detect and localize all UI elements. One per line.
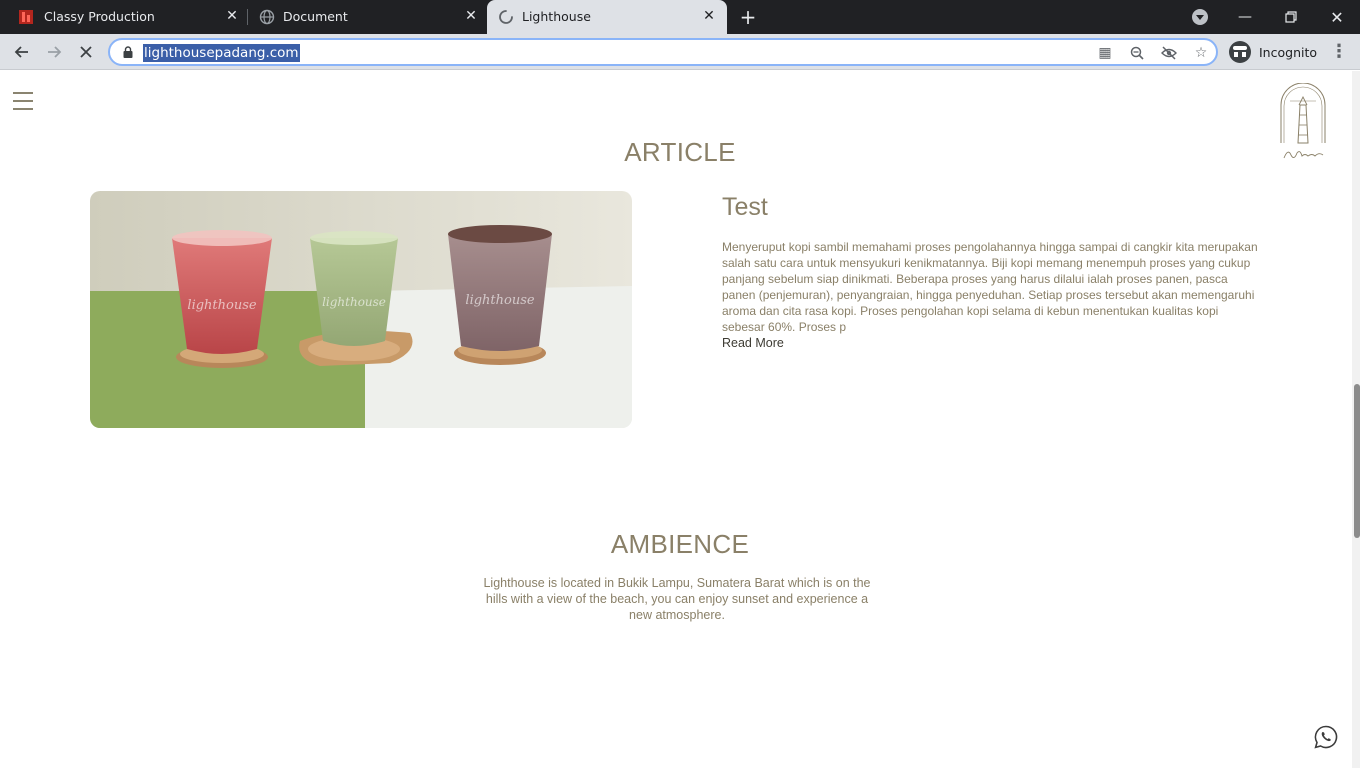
read-more-link[interactable]: Read More (722, 335, 784, 351)
tab-title: Document (283, 9, 348, 24)
close-tab-icon[interactable]: ✕ (463, 8, 479, 24)
svg-text:lighthouse: lighthouse (465, 293, 534, 308)
tab-title: Classy Production (44, 9, 155, 24)
lock-icon[interactable] (123, 46, 133, 58)
restore-button[interactable] (1268, 0, 1314, 34)
page-scrollbar-thumb[interactable] (1354, 384, 1360, 538)
close-tab-icon[interactable]: ✕ (701, 8, 717, 24)
iced-drinks-photo: lighthouse lighthouse lighthouse (90, 191, 632, 428)
incognito-indicator[interactable]: Incognito (1229, 41, 1317, 63)
restore-icon (1285, 11, 1297, 23)
svg-text:lighthouse: lighthouse (322, 295, 386, 309)
minimize-button[interactable]: — (1222, 0, 1268, 34)
article-image[interactable]: lighthouse lighthouse lighthouse (90, 191, 632, 428)
back-button[interactable] (10, 40, 34, 64)
tab-title: Lighthouse (522, 9, 591, 24)
ambience-section-title: AMBIENCE (610, 529, 750, 559)
close-tab-icon[interactable]: ✕ (224, 8, 240, 24)
article-title[interactable]: Test (722, 193, 768, 222)
qr-code-icon[interactable]: ▦ (1096, 44, 1114, 62)
svg-text:lighthouse: lighthouse (187, 298, 256, 313)
forward-arrow-icon (48, 46, 62, 58)
ambience-description: Lighthouse is located in Bukik Lampu, Su… (483, 576, 871, 622)
stop-loading-button[interactable] (74, 40, 98, 64)
loading-spinner-icon (499, 10, 513, 24)
incognito-label: Incognito (1259, 44, 1318, 60)
page-viewport: ARTICLE lighthouse lighthouse lighthouse… (0, 71, 1360, 768)
globe-icon (259, 9, 275, 25)
tab-lighthouse[interactable]: Lighthouse ✕ (487, 0, 727, 34)
article-excerpt: Menyeruput kopi sambil memahami proses p… (722, 240, 1258, 334)
incognito-icon (1229, 41, 1251, 63)
tracking-blocked-eye-icon[interactable] (1160, 44, 1178, 62)
browser-toolbar: lighthousepadang.com ▦ ☆ Incognito ⋮ (0, 34, 1360, 70)
tab-document[interactable]: Document ✕ (248, 0, 486, 34)
url-text[interactable]: lighthousepadang.com (143, 44, 300, 62)
address-bar[interactable]: lighthousepadang.com ▦ ☆ (108, 38, 1218, 66)
zoom-icon[interactable] (1128, 44, 1146, 62)
browser-tab-bar: Classy Production ✕ Document ✕ Lighthous… (0, 0, 1360, 34)
hamburger-menu-icon[interactable] (13, 92, 33, 110)
tab-search-icon[interactable] (1192, 9, 1208, 25)
back-arrow-icon (14, 46, 28, 58)
close-window-button[interactable]: ✕ (1314, 0, 1360, 34)
article-section-title: ARTICLE (624, 137, 736, 167)
whatsapp-icon[interactable] (1314, 725, 1338, 749)
browser-menu-icon[interactable]: ⋮ (1330, 40, 1348, 64)
new-tab-button[interactable]: + (737, 6, 759, 28)
tab-classy-production[interactable]: Classy Production ✕ (0, 0, 246, 34)
bookmark-star-icon[interactable]: ☆ (1192, 44, 1210, 62)
forward-button[interactable] (42, 40, 66, 64)
stop-icon (80, 46, 92, 58)
red-logo-icon (19, 10, 33, 24)
